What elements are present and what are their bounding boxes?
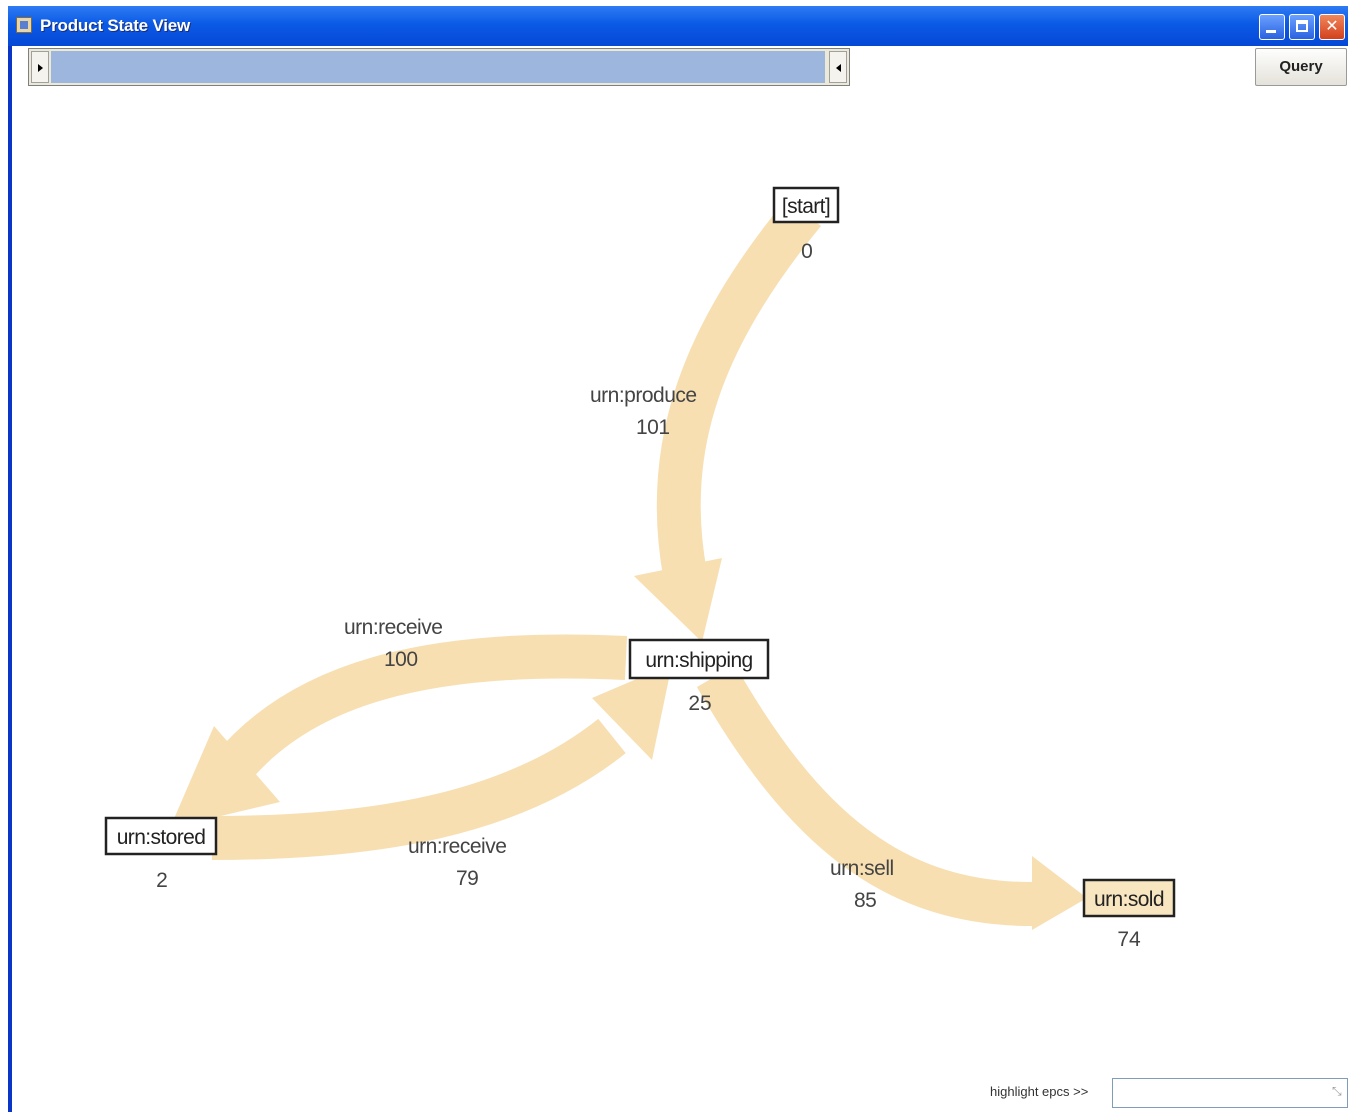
node-stored[interactable]: urn:stored [104, 816, 218, 856]
window-title: Product State View [40, 16, 191, 35]
maximize-button[interactable] [1289, 14, 1315, 40]
resize-grip-icon[interactable]: ⤡ [1332, 1084, 1342, 1099]
node-label-stored: urn:stored [117, 826, 206, 849]
edge-label-receive-stored: urn:receive [344, 616, 442, 639]
node-label-shipping: urn:shipping [645, 649, 752, 672]
title-bar[interactable]: Product State View ✕ [8, 6, 1348, 46]
edge-count-sell: 85 [854, 889, 876, 912]
edge-label-receive-shipping: urn:receive [408, 835, 506, 858]
edge-receive-to-shipping[interactable] [211, 664, 672, 860]
node-start[interactable]: [start] [772, 186, 840, 224]
minimize-button[interactable] [1259, 14, 1285, 40]
node-sold[interactable]: urn:sold [1082, 878, 1176, 918]
edge-label-sell: urn:sell [830, 857, 894, 880]
highlight-epcs-input[interactable] [1112, 1078, 1348, 1108]
node-shipping[interactable]: urn:shipping [628, 638, 770, 680]
state-graph[interactable]: urn:produce 101 urn:receive 100 urn:rece… [12, 46, 1348, 1112]
edge-label-produce: urn:produce [590, 384, 697, 407]
edge-count-produce: 101 [636, 416, 670, 439]
node-count-shipping: 25 [688, 692, 711, 715]
close-icon: ✕ [1325, 18, 1339, 35]
node-count-start: 0 [801, 240, 813, 263]
edge-count-receive-stored: 100 [384, 648, 418, 671]
app-window: Product State View ✕ Query urn:produce 1… [8, 6, 1348, 1112]
app-icon [16, 17, 32, 33]
edge-sell[interactable] [696, 665, 1087, 930]
node-count-sold: 74 [1117, 928, 1141, 951]
highlight-epcs-label: highlight epcs >> [990, 1084, 1089, 1099]
edge-count-receive-shipping: 79 [456, 867, 478, 890]
maximize-icon [1296, 20, 1308, 32]
node-label-sold: urn:sold [1094, 888, 1164, 911]
node-count-stored: 2 [156, 869, 168, 892]
close-button[interactable]: ✕ [1319, 14, 1345, 40]
client-area: Query urn:produce 101 urn:receive 100 ur… [12, 46, 1348, 1112]
minimize-icon [1266, 30, 1276, 33]
node-label-start: [start] [782, 195, 830, 218]
